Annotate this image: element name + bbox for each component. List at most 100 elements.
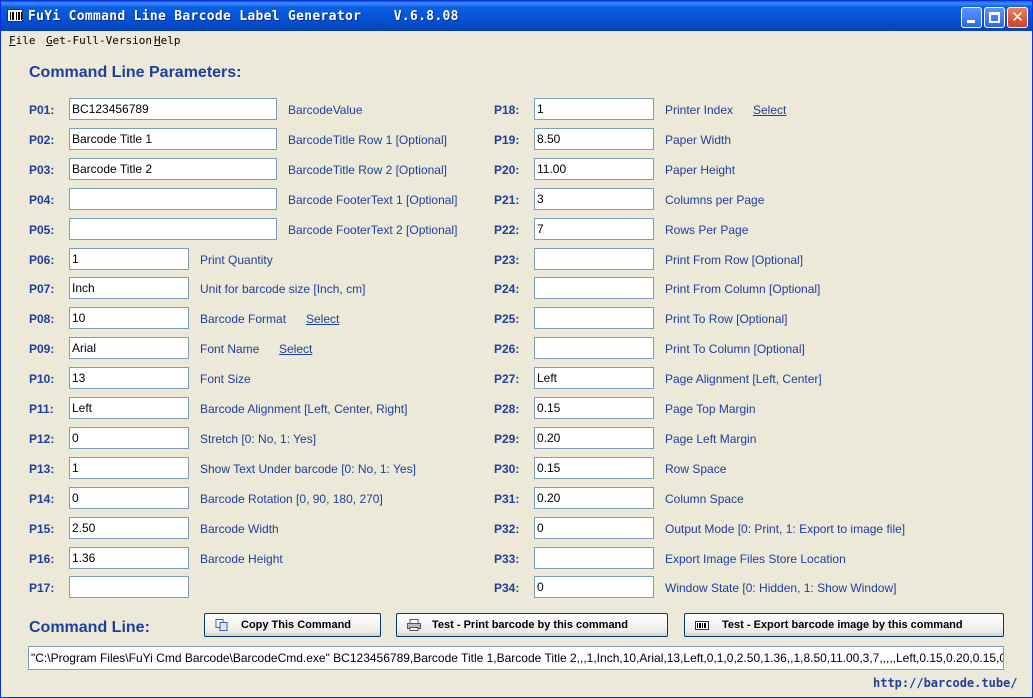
param-input-6[interactable]: 1 <box>69 248 189 270</box>
param-id-29: P29: <box>494 432 520 446</box>
param-desc-10: Font Size <box>200 372 251 386</box>
select-link-9[interactable]: Select <box>279 342 312 356</box>
menu-file[interactable]: File <box>9 34 36 47</box>
param-input-26[interactable] <box>534 337 654 359</box>
param-input-19[interactable]: 8.50 <box>534 128 654 150</box>
test-export-button[interactable]: Test - Export barcode image by this comm… <box>684 613 1004 637</box>
param-id-23: P23: <box>494 253 520 267</box>
param-desc-32: Output Mode [0: Print, 1: Export to imag… <box>665 522 906 536</box>
param-id-5: P05: <box>29 223 55 237</box>
param-desc-19: Paper Width <box>665 133 732 147</box>
test-print-label: Test - Print barcode by this command <box>432 619 628 631</box>
param-input-14[interactable]: 0 <box>69 487 189 509</box>
barcode-export-icon <box>695 621 709 630</box>
param-desc-29: Page Left Margin <box>665 432 757 446</box>
minimize-button[interactable] <box>961 7 982 28</box>
minimize-icon <box>967 20 975 23</box>
menu-bar: File Get-Full-Version Help <box>1 31 1032 51</box>
param-desc-5: Barcode FooterText 2 [Optional] <box>288 223 458 237</box>
command-line-field[interactable]: "C:\Program Files\FuYi Cmd Barcode\Barco… <box>28 646 1004 670</box>
param-id-12: P12: <box>29 432 55 446</box>
param-input-23[interactable] <box>534 248 654 270</box>
param-input-5[interactable] <box>69 218 277 240</box>
param-desc-11: Barcode Alignment [Left, Center, Right] <box>200 402 408 416</box>
param-input-13[interactable]: 1 <box>69 457 189 479</box>
param-input-16[interactable]: 1.36 <box>69 547 189 569</box>
param-id-13: P13: <box>29 462 55 476</box>
param-id-33: P33: <box>494 552 520 566</box>
barcode-icon[interactable] <box>7 9 23 22</box>
param-input-4[interactable] <box>69 188 277 210</box>
test-export-label: Test - Export barcode image by this comm… <box>722 619 963 631</box>
copy-command-button[interactable]: Copy This Command <box>204 613 381 637</box>
close-button[interactable]: ✕ <box>1007 7 1028 28</box>
select-link-18[interactable]: Select <box>753 103 786 117</box>
param-input-24[interactable] <box>534 277 654 299</box>
test-print-button[interactable]: Test - Print barcode by this command <box>396 613 668 637</box>
param-desc-14: Barcode Rotation [0, 90, 180, 270] <box>200 492 383 506</box>
param-id-1: P01: <box>29 103 55 117</box>
param-input-31[interactable]: 0.20 <box>534 487 654 509</box>
printer-icon <box>407 619 421 631</box>
maximize-button[interactable] <box>984 7 1005 28</box>
param-input-11[interactable]: Left <box>69 397 189 419</box>
param-id-6: P06: <box>29 253 55 267</box>
param-desc-16: Barcode Height <box>200 552 283 566</box>
param-id-30: P30: <box>494 462 520 476</box>
param-input-22[interactable]: 7 <box>534 218 654 240</box>
menu-get-full-version[interactable]: Get-Full-Version <box>46 34 152 47</box>
select-link-8[interactable]: Select <box>306 312 339 326</box>
param-id-3: P03: <box>29 163 55 177</box>
param-input-1[interactable]: BC123456789 <box>69 98 277 120</box>
param-desc-3: BarcodeTitle Row 2 [Optional] <box>288 163 447 177</box>
param-desc-15: Barcode Width <box>200 522 279 536</box>
param-id-11: P11: <box>29 402 54 416</box>
param-desc-18: Printer Index <box>665 103 734 117</box>
param-desc-30: Row Space <box>665 462 727 476</box>
param-input-15[interactable]: 2.50 <box>69 517 189 539</box>
param-id-22: P22: <box>494 223 520 237</box>
param-desc-7: Unit for barcode size [Inch, cm] <box>200 282 366 296</box>
menu-help[interactable]: Help <box>154 34 181 47</box>
param-input-18[interactable]: 1 <box>534 98 654 120</box>
param-desc-25: Print To Row [Optional] <box>665 312 788 326</box>
param-input-9[interactable]: Arial <box>69 337 189 359</box>
window-title: FuYi Command Line Barcode Label Generato… <box>28 9 459 24</box>
param-id-34: P34: <box>494 581 520 595</box>
section-title: Command Line Parameters: <box>29 64 242 81</box>
param-id-18: P18: <box>494 103 520 117</box>
param-id-2: P02: <box>29 133 55 147</box>
param-input-12[interactable]: 0 <box>69 427 189 449</box>
param-desc-9: Font Name <box>200 342 260 356</box>
param-input-8[interactable]: 10 <box>69 307 189 329</box>
param-input-30[interactable]: 0.15 <box>534 457 654 479</box>
param-input-20[interactable]: 11.00 <box>534 158 654 180</box>
param-input-21[interactable]: 3 <box>534 188 654 210</box>
param-input-34[interactable]: 0 <box>534 576 654 598</box>
param-id-20: P20: <box>494 163 520 177</box>
param-desc-12: Stretch [0: No, 1: Yes] <box>200 432 317 446</box>
title-bar[interactable]: FuYi Command Line Barcode Label Generato… <box>1 1 1032 31</box>
param-id-16: P16: <box>29 552 55 566</box>
param-id-21: P21: <box>494 193 520 207</box>
param-desc-13: Show Text Under barcode [0: No, 1: Yes] <box>200 462 416 476</box>
maximize-icon <box>989 12 1000 23</box>
param-input-17[interactable] <box>69 576 189 598</box>
param-input-25[interactable] <box>534 307 654 329</box>
param-id-14: P14: <box>29 492 55 506</box>
param-input-28[interactable]: 0.15 <box>534 397 654 419</box>
website-link[interactable]: http://barcode.tube/ <box>873 676 1018 690</box>
param-input-7[interactable]: Inch <box>69 277 189 299</box>
param-desc-34: Window State [0: Hidden, 1: Show Window] <box>665 581 897 595</box>
param-input-29[interactable]: 0.20 <box>534 427 654 449</box>
param-input-27[interactable]: Left <box>534 367 654 389</box>
param-id-19: P19: <box>494 133 520 147</box>
param-input-32[interactable]: 0 <box>534 517 654 539</box>
param-input-3[interactable]: Barcode Title 2 <box>69 158 277 180</box>
param-input-10[interactable]: 13 <box>69 367 189 389</box>
param-desc-2: BarcodeTitle Row 1 [Optional] <box>288 133 447 147</box>
param-id-10: P10: <box>29 372 55 386</box>
param-input-2[interactable]: Barcode Title 1 <box>69 128 277 150</box>
param-desc-28: Page Top Margin <box>665 402 756 416</box>
param-input-33[interactable] <box>534 547 654 569</box>
